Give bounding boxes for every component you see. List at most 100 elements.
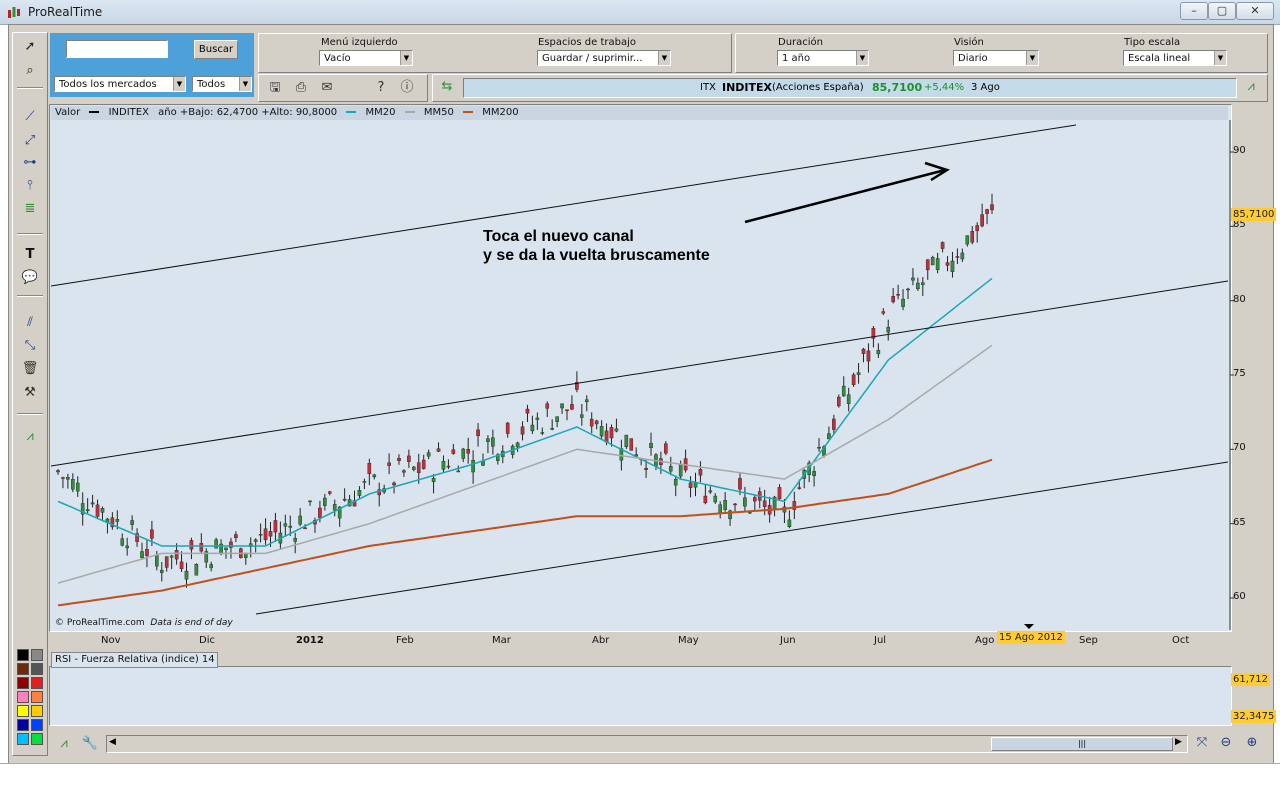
candle xyxy=(540,432,545,434)
rsi-value-low: 32,3475 xyxy=(1231,710,1277,723)
candle xyxy=(224,547,228,550)
rsi-title: RSI - Fuerza Relativa (indice) 14 xyxy=(51,652,218,668)
candle xyxy=(476,429,480,437)
candle xyxy=(555,416,559,422)
candle xyxy=(145,549,149,556)
candle xyxy=(525,408,530,414)
x-tick-label: Abr xyxy=(592,635,610,646)
candle xyxy=(471,460,475,473)
candle xyxy=(288,525,293,528)
x-tick-label: Ago xyxy=(975,635,995,646)
candle xyxy=(150,529,154,539)
candle xyxy=(407,455,411,462)
candle xyxy=(950,260,955,272)
candle xyxy=(797,487,802,489)
candle xyxy=(644,467,648,470)
candle xyxy=(832,418,836,430)
candle xyxy=(75,482,80,492)
candle xyxy=(115,519,120,522)
candle xyxy=(416,462,421,473)
candle xyxy=(412,466,416,470)
x-tick-label: Nov xyxy=(101,635,121,646)
candle xyxy=(505,422,510,434)
candle xyxy=(258,534,263,536)
candle xyxy=(935,258,940,271)
x-tick-label: Dic xyxy=(199,635,215,646)
candle xyxy=(560,403,564,409)
candle xyxy=(896,294,900,296)
candle xyxy=(841,385,846,397)
candle xyxy=(441,460,446,470)
candle xyxy=(945,262,950,266)
candle xyxy=(861,348,866,354)
candle xyxy=(664,443,668,454)
candle xyxy=(159,569,164,573)
candle xyxy=(668,466,673,472)
copyright-text: © ProRealTime.com Data is end of day xyxy=(55,618,233,628)
candle xyxy=(189,540,194,550)
candle xyxy=(421,459,426,469)
annotation-text: Toca el nuevo canal y se da la vuelta br… xyxy=(483,227,710,265)
candle xyxy=(174,550,179,560)
candle xyxy=(194,564,199,576)
date-marker-icon xyxy=(1024,624,1034,629)
candle xyxy=(911,277,915,281)
candle xyxy=(426,452,431,457)
candle xyxy=(486,438,490,442)
candle xyxy=(298,515,302,525)
candle xyxy=(718,504,723,513)
candle xyxy=(431,477,436,482)
candle xyxy=(273,520,278,533)
scroll-thumb[interactable]: ||| xyxy=(991,737,1173,751)
candle xyxy=(594,420,599,425)
candle xyxy=(327,491,332,494)
candle xyxy=(461,448,466,459)
desktop-strip xyxy=(0,763,1280,801)
candle xyxy=(130,520,134,525)
candle xyxy=(886,327,891,333)
candle xyxy=(589,418,594,427)
candle xyxy=(387,462,391,466)
candle xyxy=(960,252,965,260)
add-indicator-icon[interactable]: ⩘ xyxy=(54,734,74,754)
candle xyxy=(402,470,406,473)
rsi-chart[interactable] xyxy=(49,666,1232,726)
candle xyxy=(125,545,129,549)
candle xyxy=(930,257,935,266)
fit-zoom-icon[interactable]: ⤧ xyxy=(1192,734,1212,752)
candle xyxy=(209,564,213,569)
candle xyxy=(743,497,747,507)
zoom-in-icon[interactable]: ⊕ xyxy=(1242,734,1262,752)
y-tick-label: 75 xyxy=(1233,368,1246,379)
candle xyxy=(85,509,90,512)
zoom-out-icon[interactable]: ⊖ xyxy=(1216,734,1236,752)
candle xyxy=(856,372,861,375)
candle xyxy=(609,427,614,439)
candle xyxy=(752,497,757,502)
scroll-left-icon[interactable]: ◀ xyxy=(109,737,116,747)
candle xyxy=(891,296,895,303)
candle xyxy=(614,428,619,432)
candle xyxy=(169,555,174,558)
candle xyxy=(318,507,322,518)
candle xyxy=(520,426,525,435)
scroll-right-icon[interactable]: ▶ xyxy=(1175,737,1182,747)
candle xyxy=(342,498,347,501)
wrench-icon[interactable]: 🔧 xyxy=(80,734,100,754)
candle xyxy=(708,490,713,493)
candle xyxy=(738,478,742,490)
candle xyxy=(975,225,979,232)
series-mm200 xyxy=(57,458,993,607)
candle xyxy=(925,259,930,271)
candle xyxy=(713,495,718,503)
candle xyxy=(214,539,218,549)
candle xyxy=(61,477,65,479)
candle xyxy=(604,430,609,443)
candle xyxy=(698,469,703,476)
candle xyxy=(955,256,960,258)
horizontal-scrollbar[interactable]: ◀ ||| ▶ xyxy=(106,735,1188,753)
candle xyxy=(263,528,268,541)
candle xyxy=(762,500,767,507)
candle xyxy=(362,481,367,483)
candle xyxy=(980,214,984,227)
